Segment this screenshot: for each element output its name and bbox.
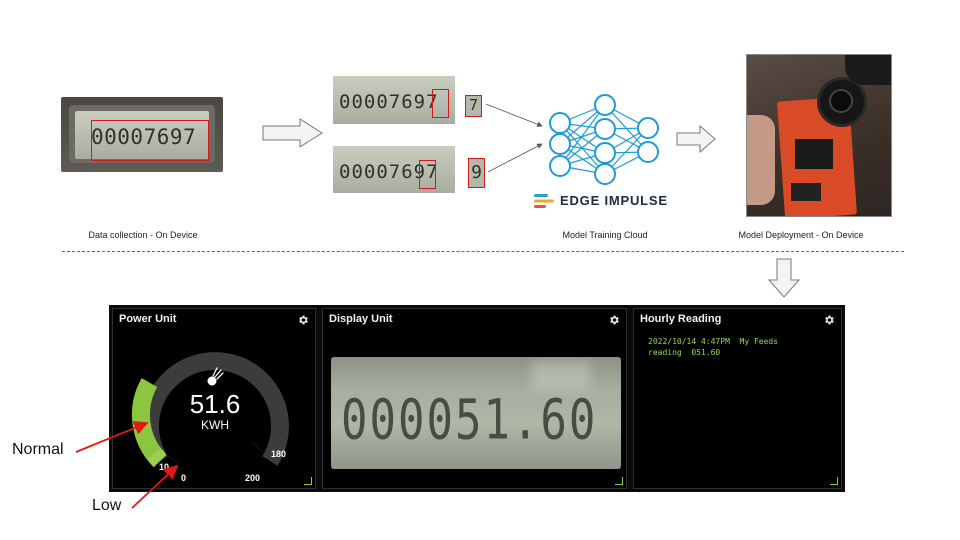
- annotation-arrows: [75, 421, 179, 509]
- normal-label: Normal: [12, 441, 64, 458]
- low-arrow: [131, 464, 179, 509]
- low-label: Low: [92, 497, 122, 514]
- normal-arrow: [75, 421, 149, 453]
